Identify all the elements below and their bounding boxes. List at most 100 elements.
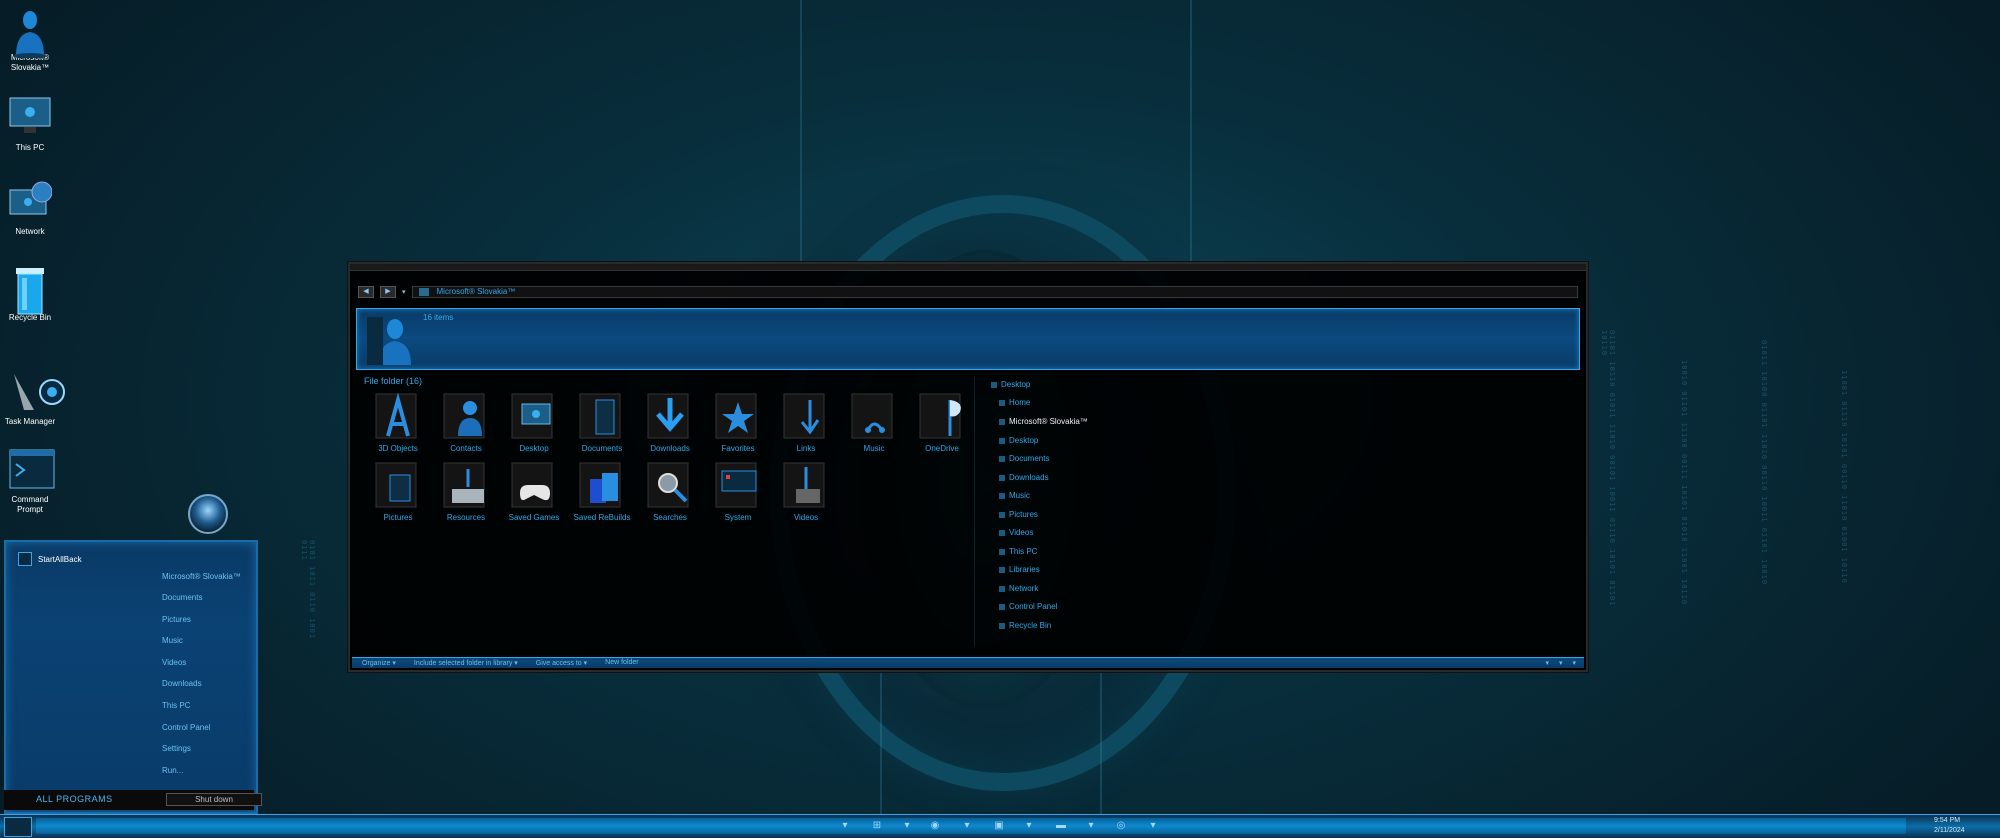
folder-item[interactable]: System (704, 459, 772, 522)
clock-date: 2/11/2024 (1934, 827, 1965, 834)
new-folder-button[interactable]: New folder (605, 659, 638, 667)
group-header[interactable]: File folder (16) (364, 376, 422, 386)
tree-label: Recycle Bin (1009, 621, 1052, 630)
tree-node[interactable]: Home (999, 398, 1030, 407)
chevron-down-icon[interactable]: ▾ (1144, 818, 1162, 834)
folder-icon[interactable]: ▬ (1052, 818, 1070, 834)
back-button[interactable]: ◀ (358, 286, 374, 298)
desktop-icon-network[interactable]: Network (0, 180, 60, 237)
tree-label: Desktop (1001, 380, 1031, 389)
desktop-icon-label: Command Prompt (11, 495, 49, 514)
include-in-library-button[interactable]: Include selected folder in library ▾ (414, 659, 518, 667)
address-path: Microsoft® Slovakia™ (436, 287, 516, 296)
folder-item[interactable]: Favorites (704, 390, 772, 453)
all-programs-button[interactable]: ALL PROGRAMS (36, 794, 113, 804)
tree-node[interactable]: Recycle Bin (999, 621, 1051, 630)
user-folder-icon (418, 288, 429, 296)
tree-node[interactable]: Documents (999, 454, 1049, 463)
tree-node[interactable]: This PC (999, 547, 1037, 556)
tree-node-selected[interactable]: Microsoft® Slovakia™ (999, 417, 1088, 426)
folder-app-icon[interactable]: ▣ (990, 818, 1008, 834)
folder-item[interactable]: Searches (636, 459, 704, 522)
tree-node[interactable]: Desktop (999, 436, 1038, 445)
folder-item[interactable]: Links (772, 390, 840, 453)
folder-label: Contacts (450, 444, 482, 453)
folder-label: Downloads (650, 444, 690, 453)
start-item-control-panel[interactable]: Control Panel (162, 723, 210, 732)
folder-item[interactable]: Saved ReBuilds (568, 459, 636, 522)
chevron-down-icon[interactable]: ▾ (958, 818, 976, 834)
recent-dropdown-icon[interactable]: ▾ (402, 288, 406, 296)
contacts-icon (440, 390, 492, 442)
chevron-down-icon[interactable]: ▾ (836, 818, 854, 834)
network-icon (999, 585, 1005, 592)
explorer-window[interactable]: ◀ ▶ ▾ Microsoft® Slovakia™ 16 items File… (348, 262, 1588, 672)
settings-app-icon[interactable]: ◎ (1112, 818, 1130, 834)
folder-item[interactable]: Desktop (500, 390, 568, 453)
system-clock[interactable]: 9:54 PM 2/11/2024 (1934, 816, 1965, 836)
desktop-icon-task-manager[interactable]: Task Manager (0, 370, 65, 427)
forward-button[interactable]: ▶ (380, 286, 396, 298)
recycle-bin-icon (999, 622, 1005, 629)
start-orb-icon[interactable] (188, 494, 228, 534)
start-button[interactable] (4, 817, 32, 837)
folder-item[interactable]: Documents (568, 390, 636, 453)
chevron-down-icon[interactable]: ▾ (898, 818, 916, 834)
desktop-icon-this-pc[interactable]: This PC (0, 96, 60, 153)
organize-button[interactable]: Organize ▾ (362, 659, 396, 667)
start-item-music[interactable]: Music (162, 636, 183, 645)
folder-item[interactable]: Contacts (432, 390, 500, 453)
tree-node[interactable]: Downloads (999, 473, 1049, 482)
folder-item[interactable]: Music (840, 390, 908, 453)
desktop-icon-label: Task Manager (4, 417, 56, 426)
start-item-pictures[interactable]: Pictures (162, 615, 191, 624)
start-item-downloads[interactable]: Downloads (162, 679, 202, 688)
tree-node[interactable]: Libraries (999, 565, 1040, 574)
start-menu-user[interactable]: StartAllBack (18, 552, 82, 566)
folder-item[interactable]: Resources (432, 459, 500, 522)
windows-logo-icon[interactable]: ⊞ (868, 818, 886, 834)
chevron-down-icon[interactable]: ▾ (1020, 818, 1038, 834)
folder-item[interactable]: 3D Objects (364, 390, 432, 453)
give-access-button[interactable]: Give access to ▾ (536, 659, 587, 667)
desktop-icon-label: This PC (15, 143, 45, 152)
change-view-icon[interactable]: ▾ (1545, 659, 1549, 667)
preview-pane-icon[interactable]: ▾ (1559, 659, 1563, 667)
folder-item[interactable]: Downloads (636, 390, 704, 453)
start-item-documents[interactable]: Documents (162, 593, 202, 602)
folder-item[interactable]: Videos (772, 459, 840, 522)
shutdown-button[interactable]: Shut down (166, 793, 262, 806)
onedrive-icon (916, 390, 968, 442)
wallpaper-code-rain: 0101 1011 0110 1001 0111 (300, 540, 316, 640)
tree-node[interactable]: Music (999, 491, 1030, 500)
desktop-icon-recycle-bin[interactable]: Recycle Bin (0, 266, 60, 323)
explorer-app-icon[interactable]: ◉ (926, 818, 944, 834)
item-count: 16 items (423, 313, 454, 322)
wallpaper-code-rain: 01101 10110 01011 11010 00101 10011 0111… (1600, 330, 1616, 607)
window-titlebar[interactable] (350, 264, 1586, 271)
address-bar[interactable]: Microsoft® Slovakia™ (411, 286, 1578, 298)
folder-item[interactable]: OneDrive (908, 390, 976, 453)
music-icon (848, 390, 900, 442)
tree-label: Control Panel (1009, 602, 1058, 611)
user-icon (8, 6, 52, 59)
folder-label: System (724, 513, 752, 522)
desktop-icon-user[interactable]: Microsoft® Slovakia™ (0, 6, 60, 73)
start-item-videos[interactable]: Videos (162, 658, 186, 667)
start-item-settings[interactable]: Settings (162, 744, 191, 753)
folder-item[interactable]: Pictures (364, 459, 432, 522)
navigation-tree: Desktop Home Microsoft® Slovakia™ Deskto… (974, 376, 1575, 646)
tree-node[interactable]: Pictures (999, 510, 1038, 519)
chevron-down-icon[interactable]: ▾ (1082, 818, 1100, 834)
start-item-run[interactable]: Run... (162, 766, 183, 775)
tree-node[interactable]: Control Panel (999, 602, 1057, 611)
tree-node[interactable]: Videos (999, 528, 1033, 537)
start-item-this-pc[interactable]: This PC (162, 701, 190, 710)
desktop-icon-command-prompt[interactable]: Command Prompt (0, 448, 60, 515)
help-icon[interactable]: ▾ (1572, 659, 1576, 667)
tree-node[interactable]: Network (999, 584, 1038, 593)
start-item-user[interactable]: Microsoft® Slovakia™ (162, 572, 241, 581)
folder-label: Music (863, 444, 885, 453)
tree-node[interactable]: Desktop (991, 380, 1030, 389)
folder-item[interactable]: Saved Games (500, 459, 568, 522)
